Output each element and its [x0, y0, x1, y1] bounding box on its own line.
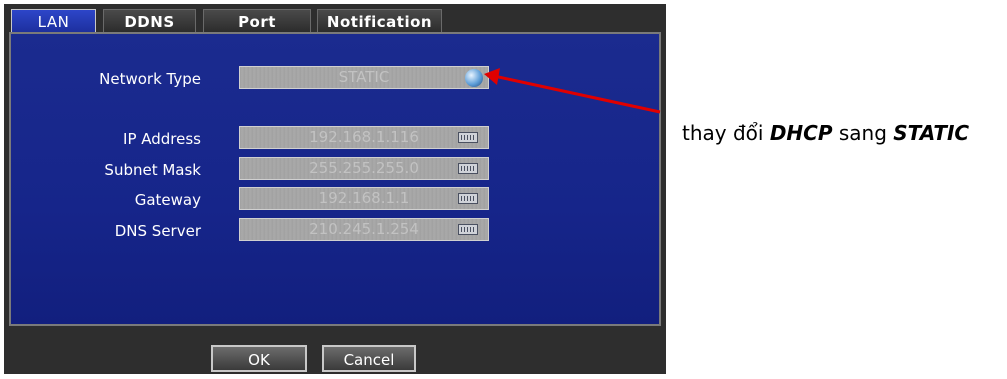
annotation-from: DHCP	[769, 121, 833, 145]
arrow-head	[484, 68, 500, 85]
annotation-arrow	[484, 68, 661, 114]
annotation-middle: sang	[832, 121, 894, 145]
annotation-prefix: thay đổi	[682, 121, 770, 145]
annotation-to: STATIC	[893, 121, 970, 145]
arrow-line	[493, 74, 661, 114]
annotation-text: thay đổi DHCP sang STATIC	[682, 121, 969, 145]
